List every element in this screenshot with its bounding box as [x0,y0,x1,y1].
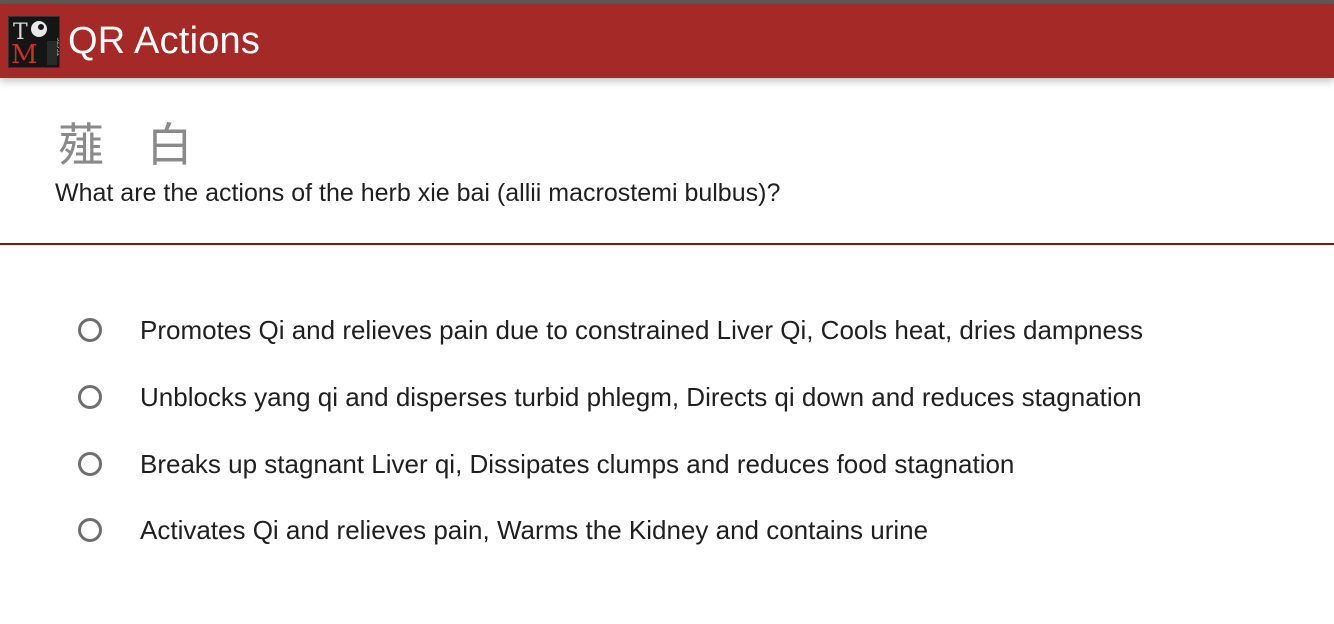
question-text: What are the actions of the herb xie bai… [55,179,781,207]
radio-button[interactable] [78,385,102,409]
app-header: T M TESTS QR Actions [0,4,1334,78]
divider [0,243,1334,245]
answer-option-label: Breaks up stagnant Liver qi, Dissipates … [140,449,1015,479]
radio-button[interactable] [78,452,102,476]
answer-option[interactable]: Activates Qi and relieves pain, Warms th… [78,510,928,550]
svg-text:M: M [11,40,38,67]
page-title: QR Actions [68,20,261,62]
answer-option[interactable]: Unblocks yang qi and disperses turbid ph… [78,377,1142,417]
answer-option-label: Unblocks yang qi and disperses turbid ph… [140,382,1142,412]
answer-option[interactable]: Promotes Qi and relieves pain due to con… [78,310,1143,350]
tcm-tests-logo: T M TESTS [8,16,60,68]
radio-button[interactable] [78,318,102,342]
svg-text:TESTS: TESTS [57,37,59,57]
answer-option-label: Activates Qi and relieves pain, Warms th… [140,515,929,545]
radio-button[interactable] [78,518,102,542]
answer-option-label: Promotes Qi and relieves pain due to con… [140,315,1143,345]
herb-chinese-name: 薤 白 [58,118,207,172]
answer-option[interactable]: Breaks up stagnant Liver qi, Dissipates … [78,444,1014,484]
